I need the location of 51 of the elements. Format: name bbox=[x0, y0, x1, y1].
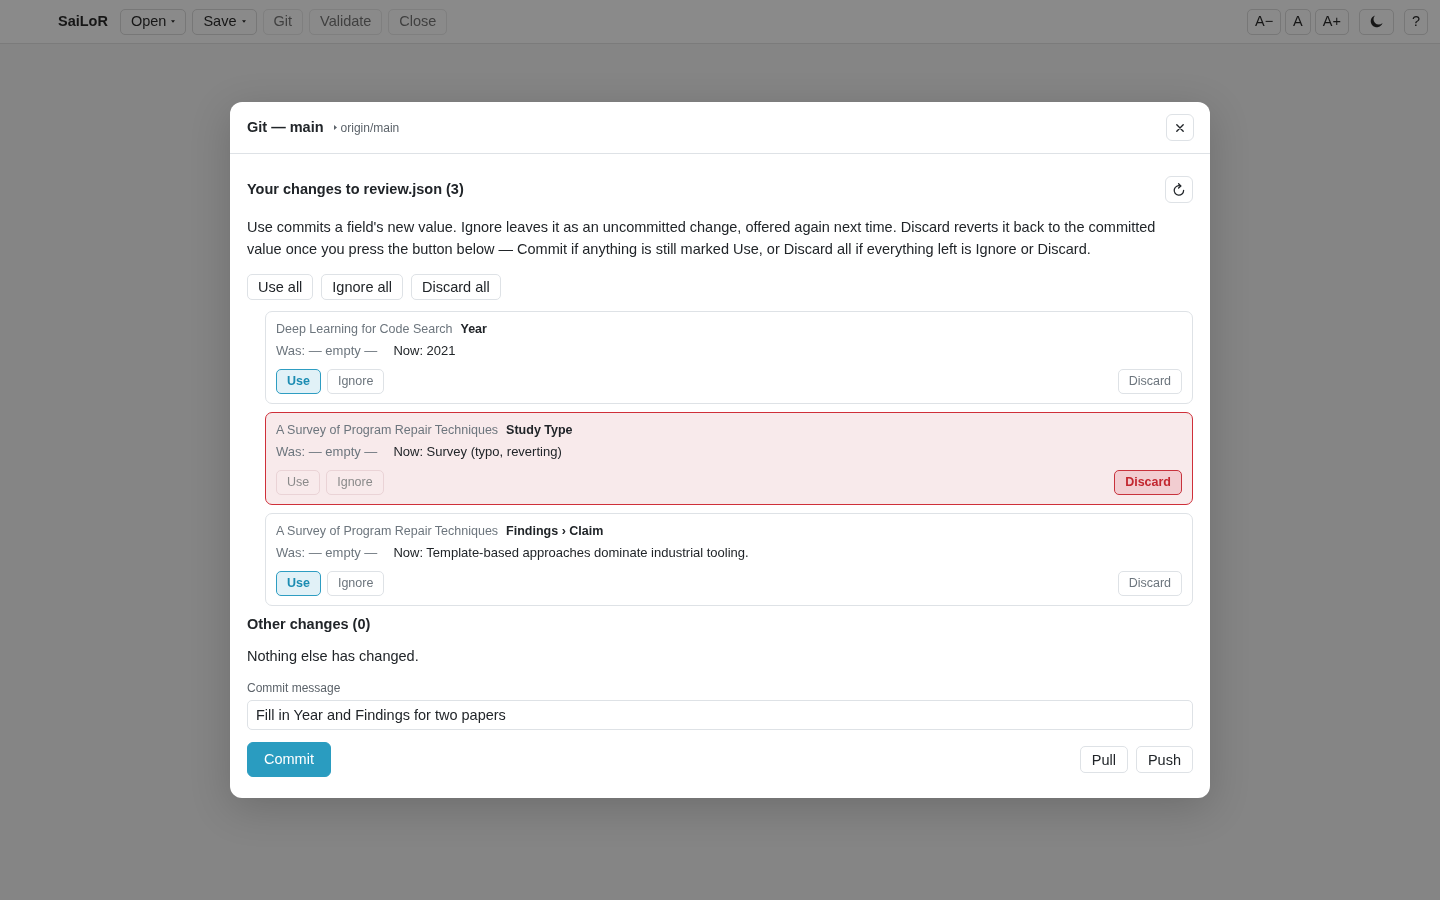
dialog-title: Git — main bbox=[247, 118, 324, 137]
bulk-action-button[interactable]: Discard all bbox=[411, 274, 501, 300]
remote-button[interactable]: Push bbox=[1135, 746, 1193, 774]
empty-state-text: Nothing else has changed. bbox=[247, 647, 420, 667]
paper-title: Deep Learning for Code Search bbox=[276, 321, 453, 338]
new-value: Now: 2021 bbox=[393, 342, 456, 360]
field-name: Findings › Claim bbox=[506, 523, 604, 540]
section-heading: Other changes (0) bbox=[247, 616, 372, 634]
refresh-button[interactable] bbox=[1165, 176, 1193, 203]
refresh-icon bbox=[1173, 183, 1185, 196]
font-size-button[interactable]: A+ bbox=[1314, 8, 1349, 35]
bulk-action-button[interactable]: Ignore all bbox=[321, 274, 403, 300]
app-name: SaiLoR bbox=[58, 11, 108, 31]
dropdown-button[interactable]: Save bbox=[192, 8, 257, 35]
moon-icon bbox=[1369, 15, 1383, 28]
field-name: Study Type bbox=[506, 422, 573, 439]
remote-button[interactable]: Pull bbox=[1079, 746, 1128, 774]
old-value: Was: — empty — bbox=[276, 443, 378, 461]
font-size-button[interactable]: A bbox=[1285, 8, 1311, 35]
close-icon bbox=[1176, 123, 1184, 132]
commit-button[interactable]: Commit bbox=[247, 742, 331, 778]
choice-button[interactable]: Ignore bbox=[326, 470, 384, 495]
choice-button[interactable]: Discard bbox=[1117, 369, 1182, 394]
paper-title: A Survey of Program Repair Techniques bbox=[276, 523, 499, 540]
old-value: Was: — empty — bbox=[276, 544, 378, 562]
commit-message-field[interactable]: Fill in Year and Findings for two papers bbox=[247, 700, 1193, 731]
theme-toggle-button[interactable] bbox=[1358, 8, 1394, 35]
dropdown-button[interactable]: Open bbox=[119, 8, 187, 35]
choice-button[interactable]: Use bbox=[276, 369, 321, 394]
choice-button[interactable]: Use bbox=[276, 470, 321, 495]
help-button[interactable]: ? bbox=[1403, 8, 1428, 35]
new-value: Now: Template-based approaches dominate industrial tooling. bbox=[393, 544, 749, 562]
caret-icon bbox=[171, 20, 176, 23]
close-button[interactable] bbox=[1166, 114, 1194, 141]
font-size-button[interactable]: A− bbox=[1246, 8, 1282, 35]
new-value: Now: Survey (typo, reverting) bbox=[393, 443, 562, 461]
paper-title: A Survey of Program Repair Techniques bbox=[276, 422, 499, 439]
old-value: Was: — empty — bbox=[276, 342, 378, 360]
choice-button[interactable]: Ignore bbox=[326, 571, 385, 596]
choice-button[interactable]: Ignore bbox=[326, 369, 385, 394]
choice-button[interactable]: Use bbox=[276, 571, 321, 596]
upstream-branch: origin/main bbox=[340, 119, 400, 137]
triangle-icon bbox=[333, 125, 337, 130]
caret-icon bbox=[241, 20, 246, 23]
field-name: Year bbox=[460, 321, 487, 338]
choice-button[interactable]: Discard bbox=[1117, 571, 1182, 596]
choice-button[interactable]: Discard bbox=[1114, 470, 1182, 495]
bulk-action-button[interactable]: Use all bbox=[247, 274, 314, 300]
instructions-text: Use commits a field's new value. Ignore leaves it as an uncommitted change, offered again next time. Discard reverts it back to the committed value once you press the button below — Commit if anything is still marked Use, or Discard all if everything left is Ignore or Discard. bbox=[247, 218, 1157, 259]
field-label: Commit message bbox=[247, 681, 342, 697]
section-heading: Your changes to review.json (3) bbox=[247, 180, 464, 199]
